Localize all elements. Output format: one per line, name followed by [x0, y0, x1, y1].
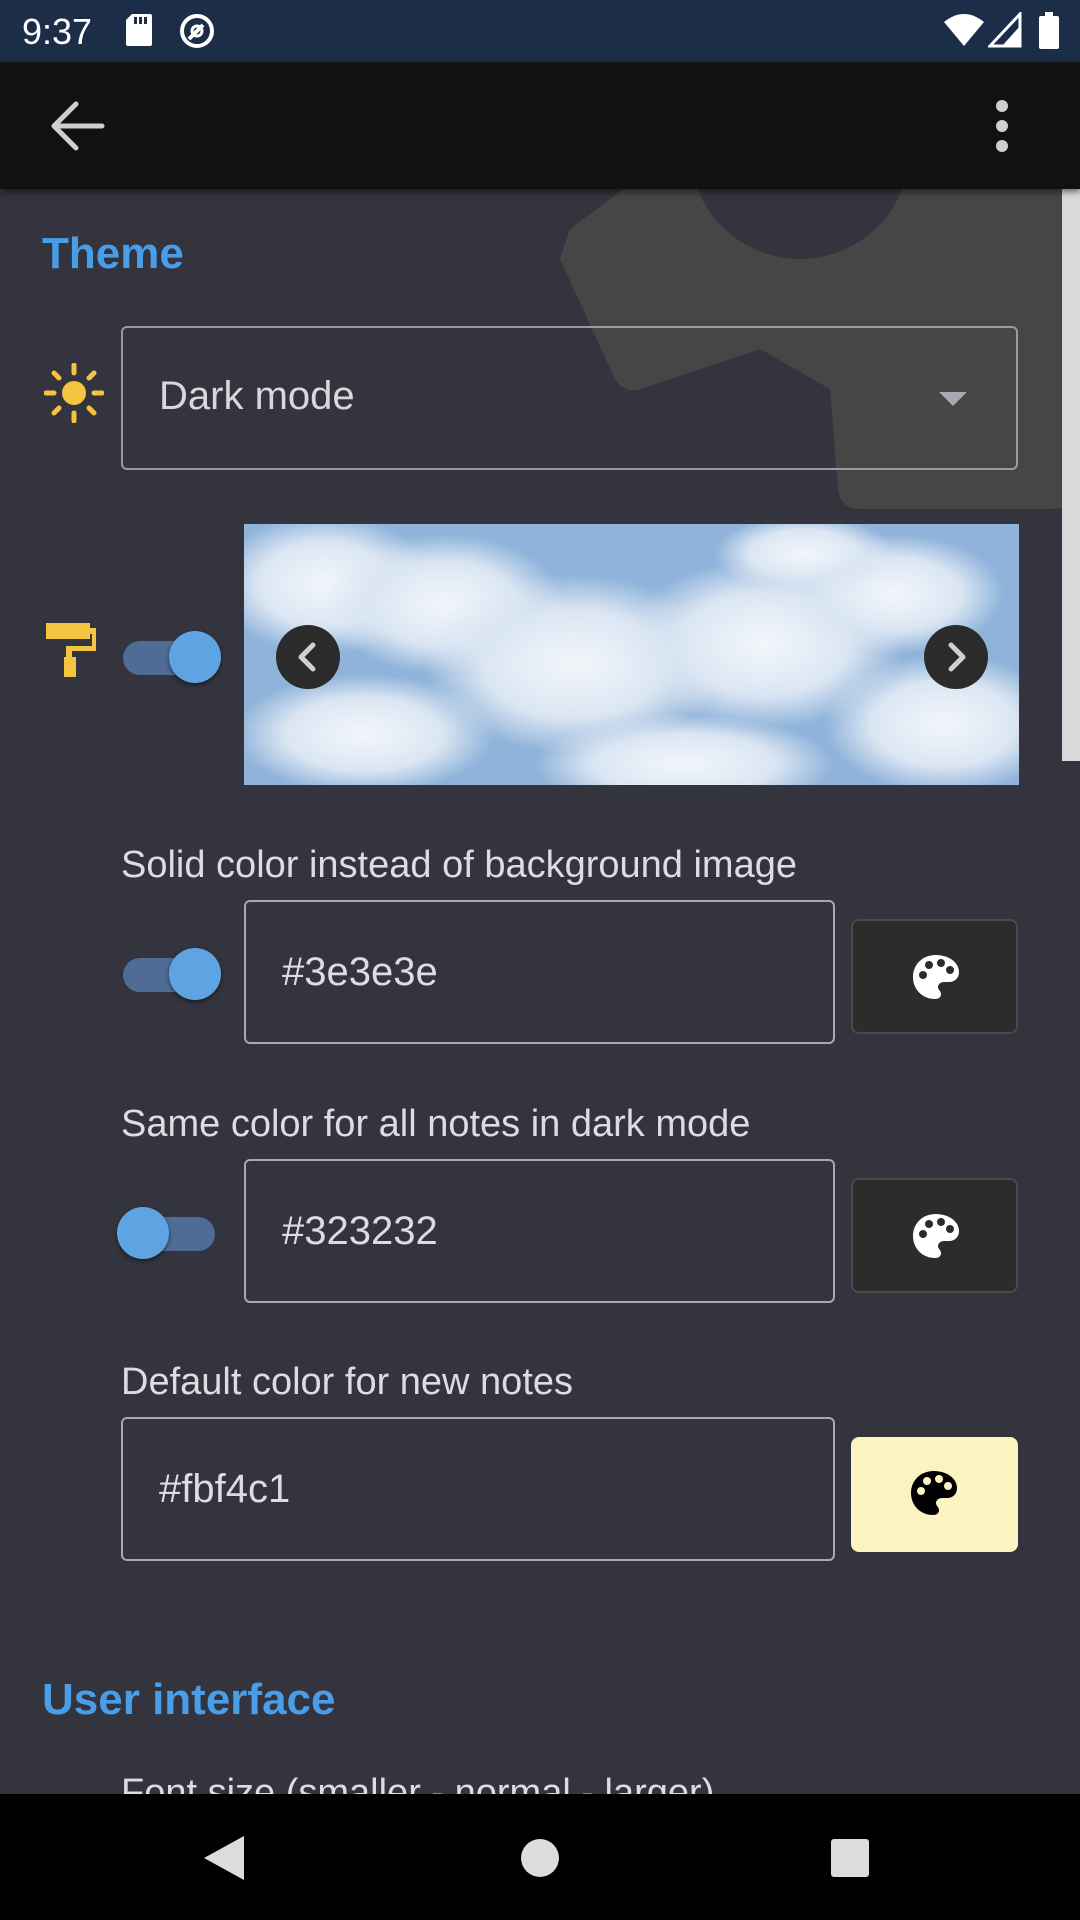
- font-size-label: Font size (smaller - normal - larger): [121, 1772, 715, 1794]
- wifi-icon: [944, 12, 984, 53]
- solid-color-field[interactable]: #3e3e3e: [244, 900, 835, 1044]
- sd-card-icon: [124, 12, 154, 53]
- vpn-icon: [178, 12, 216, 55]
- app-bar: [0, 62, 1080, 189]
- chevron-left-icon: [298, 642, 316, 672]
- default-note-color-label: Default color for new notes: [121, 1361, 574, 1403]
- back-arrow-icon[interactable]: [50, 100, 106, 152]
- solid-color-value: #3e3e3e: [282, 950, 438, 994]
- sun-icon: [43, 362, 105, 428]
- theme-mode-value: Dark mode: [159, 374, 355, 418]
- same-color-dark-palette-button[interactable]: [851, 1178, 1018, 1293]
- default-note-color-palette-button[interactable]: [851, 1437, 1018, 1552]
- status-bar: 9:37: [0, 0, 1080, 62]
- background-image-toggle[interactable]: [121, 630, 221, 683]
- overflow-menu-icon[interactable]: [984, 98, 1020, 154]
- status-time: 9:37: [22, 11, 93, 52]
- default-note-color-value: #fbf4c1: [159, 1467, 291, 1511]
- signal-icon: [986, 10, 1022, 53]
- same-color-dark-toggle[interactable]: [117, 1206, 221, 1259]
- settings-content[interactable]: Theme Dark mode Solid color instead of b…: [0, 189, 1080, 1794]
- scrollbar[interactable]: [1062, 189, 1080, 761]
- clouds-image: [244, 524, 1019, 785]
- theme-mode-dropdown[interactable]: Dark mode: [121, 326, 1018, 470]
- system-navigation-bar: [0, 1794, 1080, 1920]
- background-image-carousel[interactable]: [244, 524, 1019, 785]
- palette-icon: [913, 955, 959, 999]
- dropdown-caret-icon: [939, 392, 967, 406]
- same-color-dark-field[interactable]: #323232: [244, 1159, 835, 1303]
- battery-icon: [1038, 12, 1060, 55]
- solid-color-label: Solid color instead of background image: [121, 844, 797, 886]
- palette-icon: [911, 1471, 957, 1515]
- nav-back-icon[interactable]: [196, 1828, 256, 1888]
- same-color-dark-label: Same color for all notes in dark mode: [121, 1103, 751, 1145]
- solid-color-toggle[interactable]: [121, 947, 221, 1000]
- palette-icon: [913, 1214, 959, 1258]
- solid-color-palette-button[interactable]: [851, 919, 1018, 1034]
- theme-section-title: Theme: [42, 229, 184, 278]
- same-color-dark-value: #323232: [282, 1209, 438, 1253]
- nav-home-icon[interactable]: [510, 1828, 570, 1888]
- user-interface-section-title: User interface: [42, 1675, 336, 1724]
- nav-recents-icon[interactable]: [820, 1828, 880, 1888]
- default-note-color-field[interactable]: #fbf4c1: [121, 1417, 835, 1561]
- chevron-right-icon: [948, 642, 966, 672]
- carousel-next-button[interactable]: [924, 625, 988, 689]
- paint-roller-icon: [46, 621, 96, 682]
- carousel-previous-button[interactable]: [276, 625, 340, 689]
